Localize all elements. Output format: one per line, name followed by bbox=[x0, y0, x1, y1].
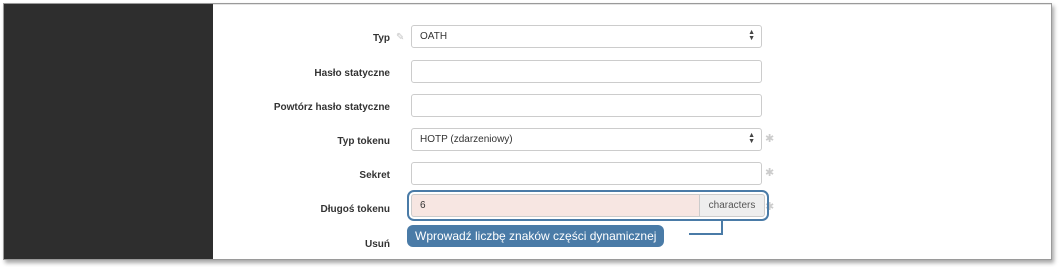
label-powtorz-haslo: Powtórz hasło statyczne bbox=[273, 102, 390, 113]
row-typ: Typ bbox=[213, 27, 390, 49]
label-dlugosc-tokenu: Długoś tokenu bbox=[320, 204, 390, 215]
row-typ-tokenu: Typ tokenu bbox=[213, 130, 390, 152]
callout-connector bbox=[689, 221, 723, 235]
row-sekret: Sekret bbox=[213, 164, 390, 186]
focus-highlight bbox=[407, 190, 769, 221]
help-callout: Wprowadź liczbę znaków części dynamiczne… bbox=[407, 225, 665, 247]
static-password-input[interactable] bbox=[411, 60, 762, 83]
row-usun: Usuń bbox=[213, 233, 390, 255]
label-sekret: Sekret bbox=[359, 170, 390, 181]
edit-icon[interactable]: ✎ bbox=[396, 33, 406, 43]
typ-select-value: OATH bbox=[420, 31, 448, 42]
row-haslo: Hasło statyczne bbox=[213, 62, 390, 84]
token-type-value: HOTP (zdarzeniowy) bbox=[420, 134, 513, 145]
secret-input[interactable] bbox=[411, 162, 762, 185]
label-typ: Typ bbox=[372, 33, 390, 44]
required-icon: ✱ bbox=[765, 167, 775, 179]
label-usun: Usuń bbox=[365, 239, 390, 250]
window-frame: Typ ✎ OATH ▲ ▼ Hasło statyczne Powtórz ha… bbox=[3, 3, 1052, 260]
row-powtorz: Powtórz hasło statyczne bbox=[213, 96, 390, 118]
row-dlugosc-tokenu: Długoś tokenu bbox=[213, 198, 390, 220]
token-type-select[interactable]: HOTP (zdarzeniowy) ▲ ▼ bbox=[411, 128, 762, 151]
select-arrows-icon: ▲ ▼ bbox=[748, 29, 755, 42]
select-arrows-icon: ▲ ▼ bbox=[748, 132, 755, 145]
form-panel: Typ ✎ OATH ▲ ▼ Hasło statyczne Powtórz ha… bbox=[213, 4, 1051, 259]
repeat-password-input[interactable] bbox=[411, 94, 762, 117]
label-haslo-statyczne: Hasło statyczne bbox=[314, 68, 390, 79]
label-typ-tokenu: Typ tokenu bbox=[337, 136, 390, 147]
required-icon: ✱ bbox=[765, 133, 775, 145]
typ-select[interactable]: OATH ▲ ▼ bbox=[411, 25, 762, 48]
